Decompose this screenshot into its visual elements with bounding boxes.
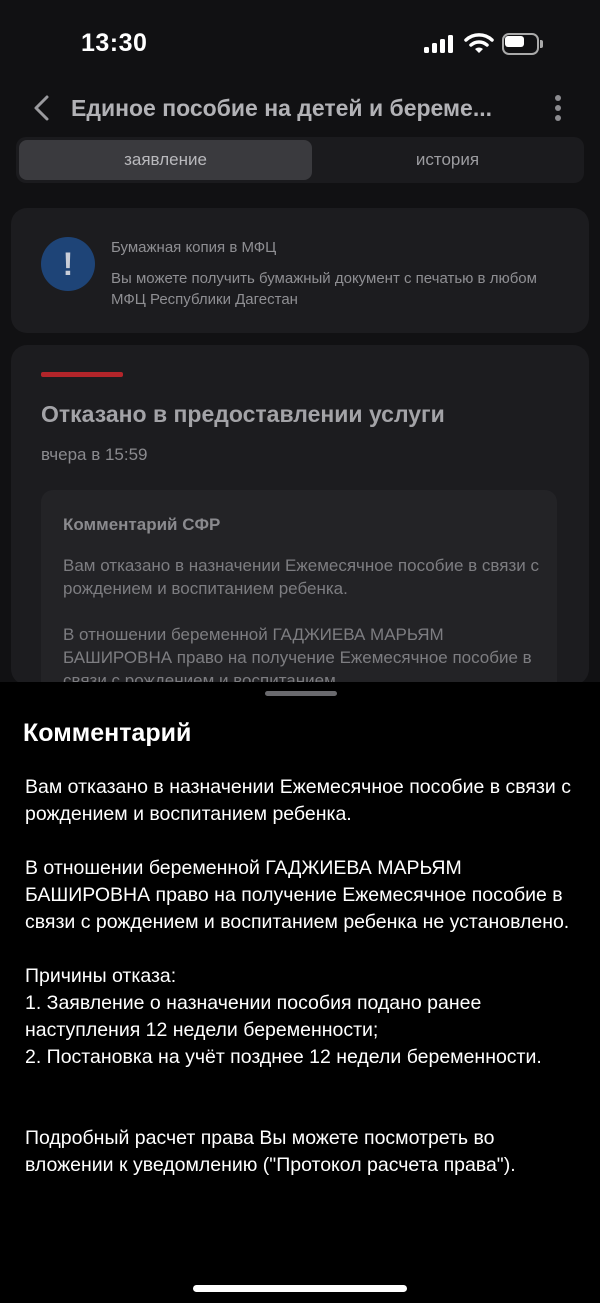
status-card: Отказано в предоставлении услуги вчера в… bbox=[11, 345, 589, 685]
sheet-paragraph: Подробный расчет права Вы можете посмотр… bbox=[25, 1127, 516, 1176]
more-options-icon[interactable] bbox=[552, 95, 564, 121]
sheet-paragraph: Причины отказа: bbox=[25, 965, 177, 987]
sheet-paragraph: 1. Заявление о назначении пособия подано… bbox=[25, 992, 482, 1041]
comment-preview: Вам отказано в назначении Ежемесячное по… bbox=[63, 554, 543, 685]
tab-application[interactable]: заявление bbox=[19, 140, 312, 180]
tab-history[interactable]: история bbox=[314, 140, 581, 180]
status-bar: 13:30 bbox=[0, 0, 600, 90]
sheet-paragraph: В отношении беременной ГАДЖИЕВА МАРЬЯМ Б… bbox=[25, 857, 570, 933]
sheet-title: Комментарий bbox=[23, 719, 192, 747]
sheet-grabber-handle[interactable] bbox=[265, 691, 337, 696]
page-title: Единое пособие на детей и береме... bbox=[71, 95, 492, 121]
battery-icon bbox=[502, 33, 544, 55]
status-title: Отказано в предоставлении услуги bbox=[41, 401, 445, 427]
back-chevron-icon[interactable] bbox=[30, 94, 54, 122]
status-timestamp: вчера в 15:59 bbox=[41, 445, 148, 464]
mfc-info-card: ! Бумажная копия в МФЦ Вы можете получит… bbox=[11, 208, 589, 333]
sheet-paragraph: 2. Постановка на учёт позднее 12 недели … bbox=[25, 1046, 542, 1068]
segmented-tabs: заявление история bbox=[16, 137, 584, 183]
sfr-comment-box[interactable]: Комментарий СФР Вам отказано в назначени… bbox=[41, 490, 557, 685]
home-indicator[interactable] bbox=[193, 1285, 407, 1292]
status-accent-bar bbox=[41, 372, 123, 377]
status-time: 13:30 bbox=[81, 29, 148, 57]
exclamation-icon: ! bbox=[41, 237, 95, 291]
comment-preview-paragraph: В отношении беременной ГАДЖИЕВА МАРЬЯМ Б… bbox=[63, 625, 532, 685]
wifi-icon bbox=[464, 33, 494, 53]
info-card-text: Вы можете получить бумажный документ с п… bbox=[111, 270, 537, 308]
info-card-title: Бумажная копия в МФЦ bbox=[111, 239, 277, 256]
comment-bottom-sheet: Комментарий Вам отказано в назначении Еж… bbox=[0, 682, 600, 1303]
sheet-paragraph: Вам отказано в назначении Ежемесячное по… bbox=[25, 776, 571, 825]
sheet-body: Вам отказано в назначении Ежемесячное по… bbox=[25, 774, 581, 1206]
comment-preview-paragraph: Вам отказано в назначении Ежемесячное по… bbox=[63, 556, 539, 598]
comment-label: Комментарий СФР bbox=[63, 515, 221, 534]
nav-header: Единое пособие на детей и береме... bbox=[0, 88, 600, 128]
cellular-signal-icon bbox=[424, 35, 456, 53]
